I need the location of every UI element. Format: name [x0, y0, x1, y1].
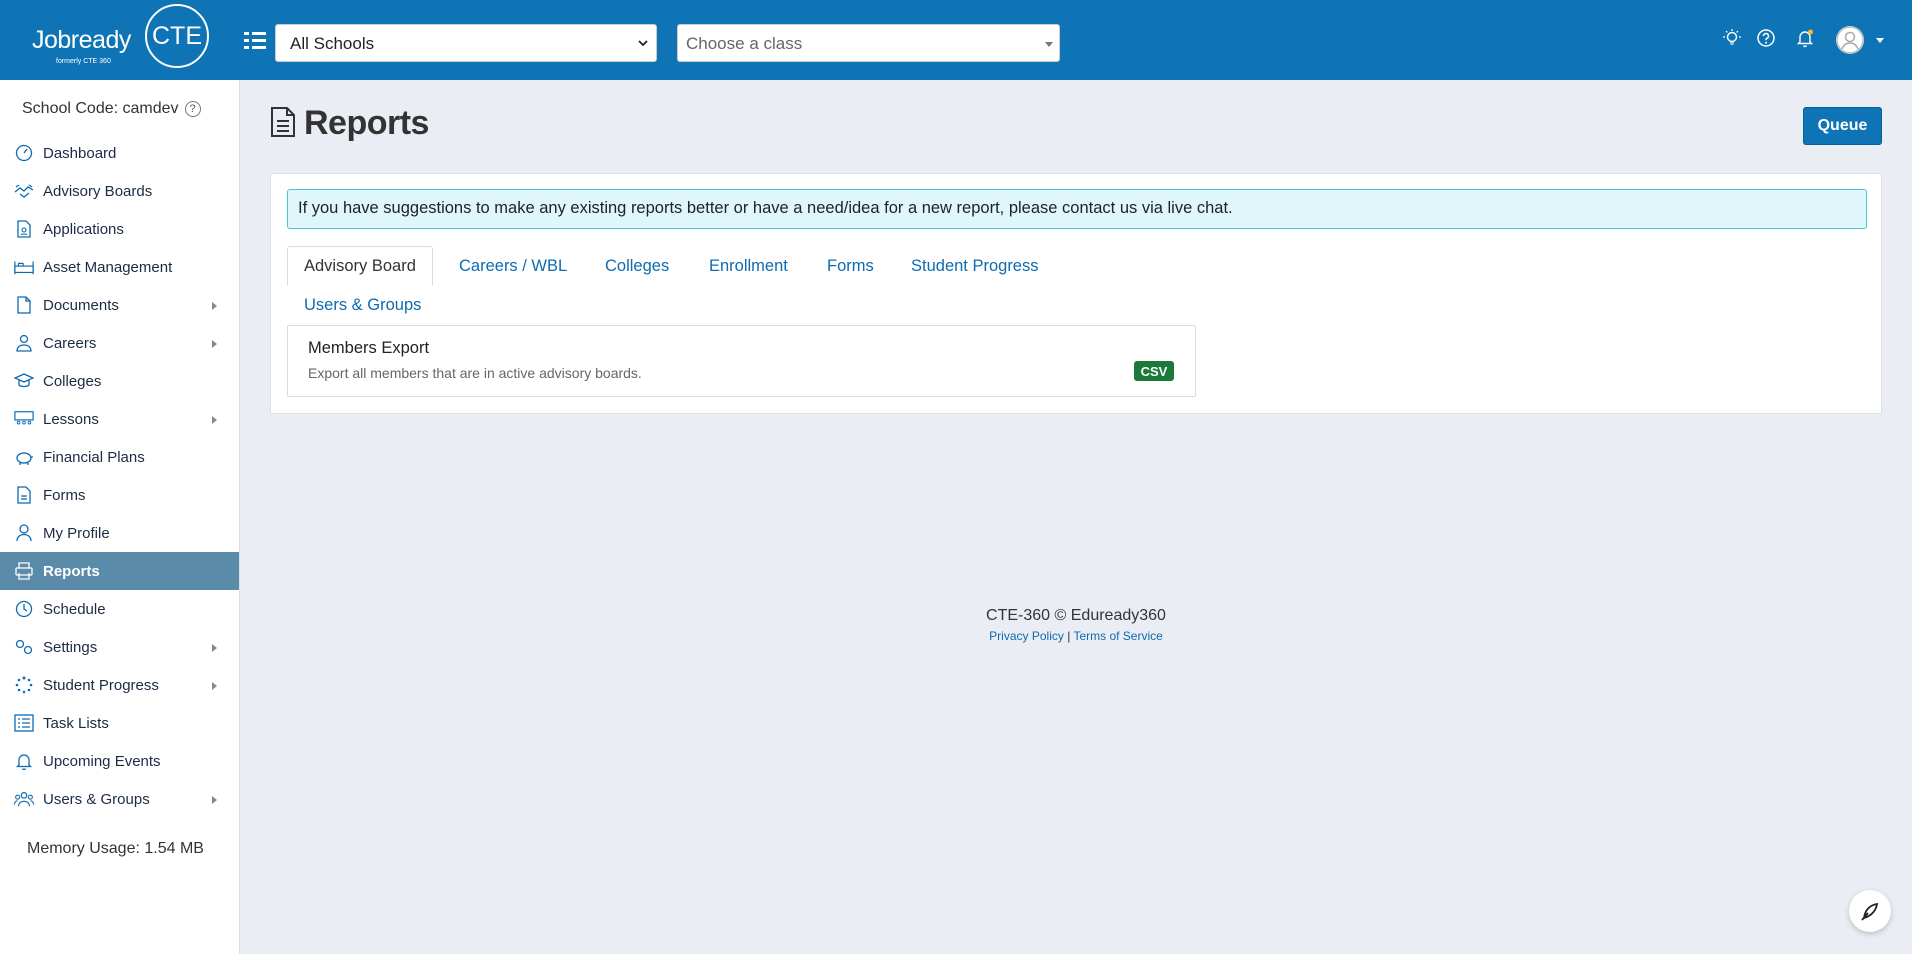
- avatar-caret-icon[interactable]: [1876, 38, 1884, 43]
- expand-arrow-icon: [212, 302, 217, 310]
- school-select[interactable]: All Schools: [275, 24, 657, 62]
- sidebar-nav: Dashboard Advisory Boards Applications A…: [0, 134, 239, 818]
- school-select-value: All Schools: [290, 34, 375, 53]
- printer-icon: [14, 561, 34, 581]
- sidebar-item-asset-management[interactable]: Asset Management: [0, 248, 239, 286]
- tab-student-progress[interactable]: Student Progress: [911, 246, 1039, 286]
- lightbulb-icon[interactable]: [1722, 28, 1742, 48]
- sidebar-item-student-progress[interactable]: Student Progress: [0, 666, 239, 704]
- handshake-icon: [14, 181, 34, 201]
- report-title: Members Export: [308, 339, 430, 357]
- menu-grid-icon[interactable]: [244, 31, 268, 51]
- expand-arrow-icon: [212, 796, 217, 804]
- expand-arrow-icon: [212, 644, 217, 652]
- sidebar-item-advisory-boards[interactable]: Advisory Boards: [0, 172, 239, 210]
- caret-down-icon: [1045, 42, 1053, 47]
- logo-badge: CTE: [145, 4, 209, 68]
- school-code-help-icon[interactable]: ?: [184, 101, 201, 117]
- school-code-text: School Code: camdev: [22, 100, 179, 117]
- tab-enrollment[interactable]: Enrollment: [709, 246, 788, 286]
- page-title-text: Reports: [304, 104, 429, 142]
- page-title: Reports: [270, 104, 429, 143]
- list-icon: [14, 713, 34, 733]
- lessons-icon: [14, 409, 34, 429]
- spinner-icon: [14, 675, 34, 695]
- footer-separator: |: [1067, 629, 1071, 643]
- live-chat-button[interactable]: [1849, 890, 1891, 932]
- jobready-cte-logo[interactable]: Jobready CTE formerly CTE 360: [32, 4, 210, 74]
- sidebar-item-settings[interactable]: Settings: [0, 628, 239, 666]
- report-document-icon: [270, 106, 296, 142]
- tab-users-groups[interactable]: Users & Groups: [304, 285, 421, 325]
- report-item-members-export[interactable]: Members Export Export all members that a…: [287, 325, 1196, 397]
- users-icon: [14, 789, 34, 809]
- logo-subtitle: formerly CTE 360: [56, 58, 111, 65]
- reports-card: If you have suggestions to make any exis…: [270, 173, 1882, 414]
- help-icon[interactable]: [1756, 28, 1776, 48]
- queue-button[interactable]: Queue: [1803, 107, 1882, 145]
- sidebar-item-documents[interactable]: Documents: [0, 286, 239, 324]
- footer-links: Privacy Policy | Terms of Service: [900, 629, 1252, 643]
- chat-feather-icon: [1861, 902, 1879, 921]
- asset-icon: [14, 257, 34, 277]
- user-icon: [14, 523, 34, 543]
- expand-arrow-icon: [212, 340, 217, 348]
- chevron-down-icon: [638, 40, 648, 47]
- notification-bell-icon[interactable]: [1795, 28, 1815, 48]
- footer-copyright: CTE-360 © Eduready360: [986, 607, 1166, 624]
- class-select-placeholder: Choose a class: [686, 34, 803, 53]
- application-icon: [14, 219, 34, 239]
- career-icon: [14, 333, 34, 353]
- tab-forms[interactable]: Forms: [827, 246, 874, 286]
- clock-icon: [14, 599, 34, 619]
- sidebar-item-users-groups[interactable]: Users & Groups: [0, 780, 239, 818]
- top-header: Jobready CTE formerly CTE 360 All School…: [0, 0, 1912, 80]
- form-icon: [14, 485, 34, 505]
- bell-icon: [14, 751, 34, 771]
- expand-arrow-icon: [212, 682, 217, 690]
- sidebar-item-colleges[interactable]: Colleges: [0, 362, 239, 400]
- sidebar-item-applications[interactable]: Applications: [0, 210, 239, 248]
- dashboard-icon: [14, 143, 34, 163]
- sidebar-item-upcoming-events[interactable]: Upcoming Events: [0, 742, 239, 780]
- sidebar: School Code: camdev ? Dashboard Advisory…: [0, 80, 240, 954]
- sidebar-item-schedule[interactable]: Schedule: [0, 590, 239, 628]
- tab-colleges[interactable]: Colleges: [605, 246, 669, 286]
- terms-of-service-link[interactable]: Terms of Service: [1073, 629, 1162, 643]
- school-code: School Code: camdev ?: [22, 100, 201, 118]
- sidebar-item-dashboard[interactable]: Dashboard: [0, 134, 239, 172]
- sidebar-item-reports[interactable]: Reports: [0, 552, 239, 590]
- graduation-cap-icon: [14, 371, 34, 391]
- sidebar-item-task-lists[interactable]: Task Lists: [0, 704, 239, 742]
- sidebar-item-my-profile[interactable]: My Profile: [0, 514, 239, 552]
- sidebar-item-forms[interactable]: Forms: [0, 476, 239, 514]
- sidebar-item-careers[interactable]: Careers: [0, 324, 239, 362]
- expand-arrow-icon: [212, 416, 217, 424]
- class-select[interactable]: Choose a class: [677, 24, 1060, 62]
- tab-careers-wbl[interactable]: Careers / WBL: [459, 246, 567, 286]
- sidebar-item-lessons[interactable]: Lessons: [0, 400, 239, 438]
- logo-wordmark: Jobready: [32, 26, 131, 54]
- report-description: Export all members that are in active ad…: [308, 365, 642, 381]
- piggy-bank-icon: [14, 447, 34, 467]
- tab-advisory-board[interactable]: Advisory Board: [287, 246, 433, 286]
- sidebar-item-financial-plans[interactable]: Financial Plans: [0, 438, 239, 476]
- document-icon: [14, 295, 34, 315]
- memory-usage: Memory Usage: 1.54 MB: [27, 840, 204, 857]
- privacy-policy-link[interactable]: Privacy Policy: [989, 629, 1064, 643]
- csv-export-button[interactable]: CSV: [1134, 361, 1174, 381]
- user-avatar[interactable]: [1836, 26, 1864, 54]
- suggestion-alert: If you have suggestions to make any exis…: [287, 189, 1867, 229]
- gears-icon: [14, 637, 34, 657]
